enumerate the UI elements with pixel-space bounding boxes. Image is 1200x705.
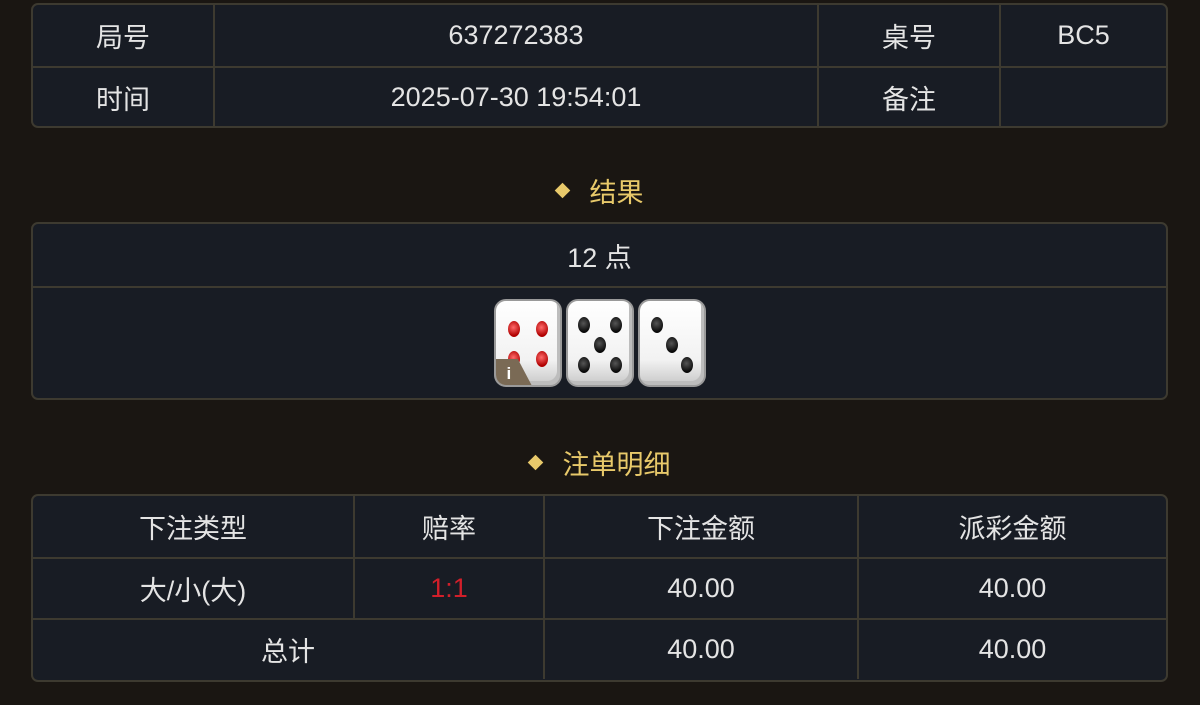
die-pip xyxy=(577,317,590,333)
result-points-row: 12 点 xyxy=(33,224,1166,286)
result-section-title: 结果 xyxy=(0,170,1200,210)
die-pip xyxy=(680,357,693,373)
bet-details-title-text: 注单明细 xyxy=(562,449,671,480)
result-panel: 12 点 i xyxy=(31,222,1168,400)
round-info-row-2: 时间 2025-07-30 19:54:01 备注 xyxy=(33,66,1166,126)
bet-details-section-title: 注单明细 xyxy=(0,442,1200,482)
die-pip xyxy=(650,317,663,333)
total-stake: 40.00 xyxy=(543,620,857,679)
round-number-label: 局号 xyxy=(96,23,150,53)
die-pip xyxy=(665,337,678,353)
die-pip xyxy=(593,337,606,353)
total-payout: 40.00 xyxy=(857,620,1166,679)
table-number-label: 桌号 xyxy=(817,5,999,66)
diamond-bullet-icon xyxy=(554,182,570,198)
total-row: 总计 40.00 40.00 xyxy=(33,618,1166,679)
die-pip xyxy=(535,351,548,367)
bet-table-header: 下注类型 赔率 下注金额 派彩金额 xyxy=(33,496,1166,557)
payout-cell: 40.00 xyxy=(857,559,1166,618)
round-number-value: 637272383 xyxy=(213,5,817,66)
dice-row: i xyxy=(33,286,1166,398)
result-title-text: 结果 xyxy=(589,177,644,208)
die-five-icon xyxy=(565,299,634,387)
header-payout: 派彩金额 xyxy=(857,496,1166,557)
bet-type-cell: 大/小(大) xyxy=(139,576,247,606)
header-odds: 赔率 xyxy=(353,496,543,557)
die-three-icon xyxy=(637,299,706,387)
die-pip xyxy=(577,357,590,373)
time-label: 时间 xyxy=(96,85,150,115)
diamond-bullet-icon xyxy=(527,454,543,470)
odds-cell: 1:1 xyxy=(353,559,543,618)
round-info-row-1: 局号 637272383 桌号 BC5 xyxy=(33,5,1166,66)
bet-details-table: 下注类型 赔率 下注金额 派彩金额 大/小(大) 1:1 40.00 40.00… xyxy=(31,494,1168,682)
die-pip xyxy=(507,321,520,337)
table-row: 大/小(大) 1:1 40.00 40.00 xyxy=(33,557,1166,618)
die-pip xyxy=(535,321,548,337)
die-pip xyxy=(609,357,622,373)
round-info-table: 局号 637272383 桌号 BC5 时间 2025-07-30 19:54:… xyxy=(31,3,1168,128)
header-bet-type: 下注类型 xyxy=(139,514,247,544)
note-label: 备注 xyxy=(817,68,999,126)
total-label: 总计 xyxy=(261,637,315,667)
result-points: 12 点 xyxy=(567,242,632,273)
die-pip xyxy=(609,317,622,333)
note-value xyxy=(999,68,1166,126)
table-number-value: BC5 xyxy=(999,5,1166,66)
time-value: 2025-07-30 19:54:01 xyxy=(213,68,817,126)
die-four-icon[interactable]: i xyxy=(493,299,562,387)
header-stake: 下注金额 xyxy=(543,496,857,557)
stake-cell: 40.00 xyxy=(543,559,857,618)
info-icon[interactable]: i xyxy=(495,359,532,385)
